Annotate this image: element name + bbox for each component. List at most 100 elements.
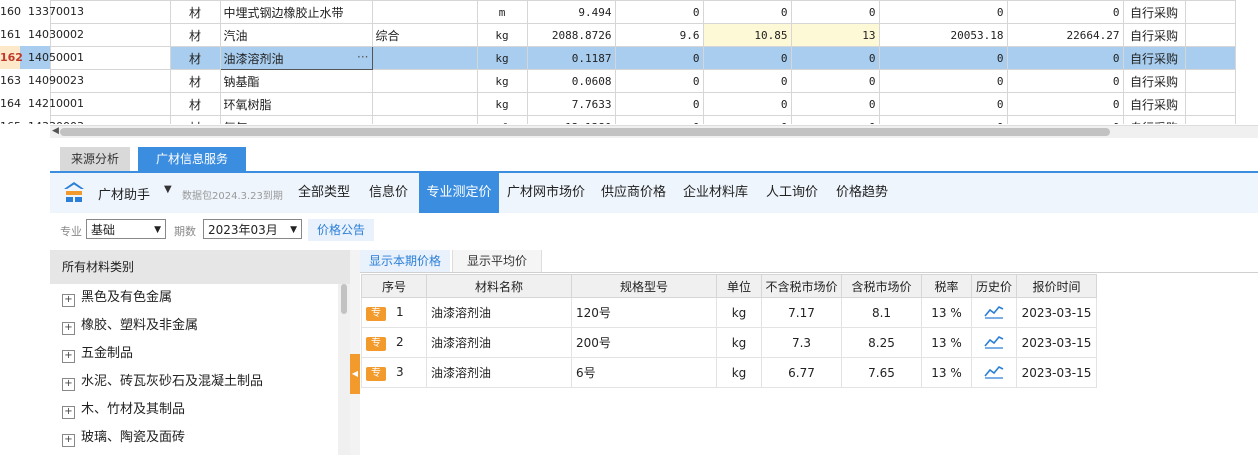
trend-chart-icon[interactable] [984,333,1004,349]
more-icon[interactable]: ··· [357,50,368,64]
row-header[interactable]: 161 14030002 [0,23,84,47]
value-cell[interactable]: 20053.18 [878,23,1008,47]
source-cell[interactable]: 自行采购 [1122,23,1186,47]
table-row[interactable]: 材 中埋式钢边橡胶止水带 m 9.494 0 0 0 0 0 自行采购 [50,0,1236,24]
unit-cell[interactable]: m [476,0,528,24]
table-row[interactable]: 材 氧气 m³ 13.1380 0 0 0 0 0 自行采购 [50,115,1236,124]
major-select[interactable]: 基础 ▼ [86,219,166,239]
trend-chart-icon[interactable] [984,303,1004,319]
source-cell[interactable]: 自行采购 [1122,92,1186,116]
type-cell[interactable]: 材 [169,46,221,70]
table-row[interactable]: 材 钠基酯 kg 0.0608 0 0 0 0 0 自行采购 [50,69,1236,93]
value-cell[interactable]: 0 [790,92,880,116]
value-cell[interactable]: 0 [1006,115,1124,124]
unit-cell[interactable]: kg [476,23,528,47]
tree-item[interactable]: + 玻璃、陶瓷及面砖 [62,424,185,452]
value-cell[interactable]: 0 [1006,46,1124,70]
unit-cell[interactable]: kg [476,69,528,93]
history-cell[interactable] [971,327,1017,358]
nav-info-price[interactable]: 信息价 [369,173,408,213]
source-cell[interactable]: 自行采购 [1122,46,1186,70]
tree-scrollbar[interactable] [338,284,350,455]
value-cell[interactable]: 9.6 [614,23,704,47]
qty-cell[interactable]: 7.7633 [526,92,616,116]
row-header[interactable]: 165 14330003 [0,115,84,124]
value-cell[interactable]: 0 [614,69,704,93]
expand-plus-icon[interactable]: + [62,434,75,447]
name-cell[interactable]: 氧气 [219,115,373,124]
name-cell[interactable]: 钠基酯 [219,69,373,93]
nav-price-trend[interactable]: 价格趋势 [836,173,888,213]
row-header[interactable]: 162 14050001 [0,46,84,70]
scroll-left-icon[interactable]: ◀ [52,126,59,136]
row-header[interactable]: 160 13370013 [0,0,84,24]
nav-enterprise-library[interactable]: 企业材料库 [683,173,748,213]
value-cell[interactable]: 0 [614,46,704,70]
price-notice-button[interactable]: 价格公告 [308,219,374,241]
value-cell[interactable]: 0 [878,92,1008,116]
qty-cell[interactable]: 13.1380 [526,115,616,124]
value-cell[interactable]: 0 [878,69,1008,93]
tree-item[interactable]: + 橡胶、塑料及非金属 [62,312,198,340]
scroll-thumb[interactable] [60,128,1110,136]
value-cell[interactable]: 0 [1006,0,1124,24]
expand-plus-icon[interactable]: + [62,294,75,307]
nav-supplier-price[interactable]: 供应商价格 [601,173,666,213]
value-cell[interactable]: 0 [702,92,792,116]
table-row[interactable]: 专 1 油漆溶剂油 120号 kg 7.17 8.1 13 % 2023-03-15 [361,297,1097,328]
tab-source-analysis[interactable]: 来源分析 [60,147,130,171]
scroll-thumb[interactable] [341,284,347,314]
row-header[interactable]: 164 14210001 [0,92,84,116]
tab-info-service[interactable]: 广材信息服务 [138,147,246,171]
tab-average-price[interactable]: 显示平均价 [452,250,542,272]
qty-cell[interactable]: 2088.8726 [526,23,616,47]
qty-cell[interactable]: 0.0608 [526,69,616,93]
spec-cell[interactable] [371,115,478,124]
type-cell[interactable]: 材 [169,115,221,124]
type-cell[interactable]: 材 [169,69,221,93]
qty-cell[interactable]: 0.1187 [526,46,616,70]
value-cell[interactable]: 0 [702,115,792,124]
collapse-panel-icon[interactable]: ◀ [350,354,360,394]
spec-cell[interactable] [371,92,478,116]
value-cell[interactable]: 0 [790,115,880,124]
table-row[interactable]: 材 油漆溶剂油 ··· kg 0.1187 0 0 0 0 0 自行采购 [50,46,1236,70]
type-cell[interactable]: 材 [169,0,221,24]
qty-cell[interactable]: 9.494 [526,0,616,24]
name-cell[interactable]: 汽油 [219,23,373,47]
source-cell[interactable]: 自行采购 [1122,69,1186,93]
nav-market-price[interactable]: 广材网市场价 [507,173,585,213]
name-cell[interactable]: 中埋式钢边橡胶止水带 [219,0,373,24]
value-cell[interactable]: 0 [702,46,792,70]
value-cell[interactable]: 22664.27 [1006,23,1124,47]
unit-cell[interactable]: kg [476,46,528,70]
unit-cell[interactable]: m³ [476,115,528,124]
dropdown-arrow-icon[interactable]: ▼ [164,184,172,195]
value-cell[interactable]: 0 [878,0,1008,24]
value-cell[interactable]: 0 [1006,69,1124,93]
value-cell[interactable]: 0 [614,115,704,124]
value-cell[interactable]: 0 [790,0,880,24]
unit-cell[interactable]: kg [476,92,528,116]
spec-cell[interactable] [371,0,478,24]
value-cell[interactable]: 0 [1006,92,1124,116]
spec-cell[interactable] [371,69,478,93]
history-cell[interactable] [971,297,1017,328]
expand-plus-icon[interactable]: + [62,378,75,391]
table-row[interactable]: 专 3 油漆溶剂油 6号 kg 6.77 7.65 13 % 2023-03-15 [361,357,1097,388]
nav-manual-inquiry[interactable]: 人工询价 [766,173,818,213]
name-cell[interactable]: 环氧树脂 [219,92,373,116]
source-cell[interactable]: 自行采购 [1122,0,1186,24]
assistant-name[interactable]: 广材助手 [98,184,150,203]
expand-plus-icon[interactable]: + [62,406,75,419]
trend-chart-icon[interactable] [984,363,1004,379]
value-cell[interactable]: 0 [614,92,704,116]
type-cell[interactable]: 材 [169,23,221,47]
name-cell[interactable]: 油漆溶剂油 ··· [219,46,373,70]
value-cell[interactable]: 0 [878,115,1008,124]
nav-all-types[interactable]: 全部类型 [298,173,350,213]
value-cell[interactable]: 10.85 [702,23,792,47]
tab-current-price[interactable]: 显示本期价格 [360,250,450,272]
table-row[interactable]: 材 环氧树脂 kg 7.7633 0 0 0 0 0 自行采购 [50,92,1236,116]
expand-plus-icon[interactable]: + [62,322,75,335]
